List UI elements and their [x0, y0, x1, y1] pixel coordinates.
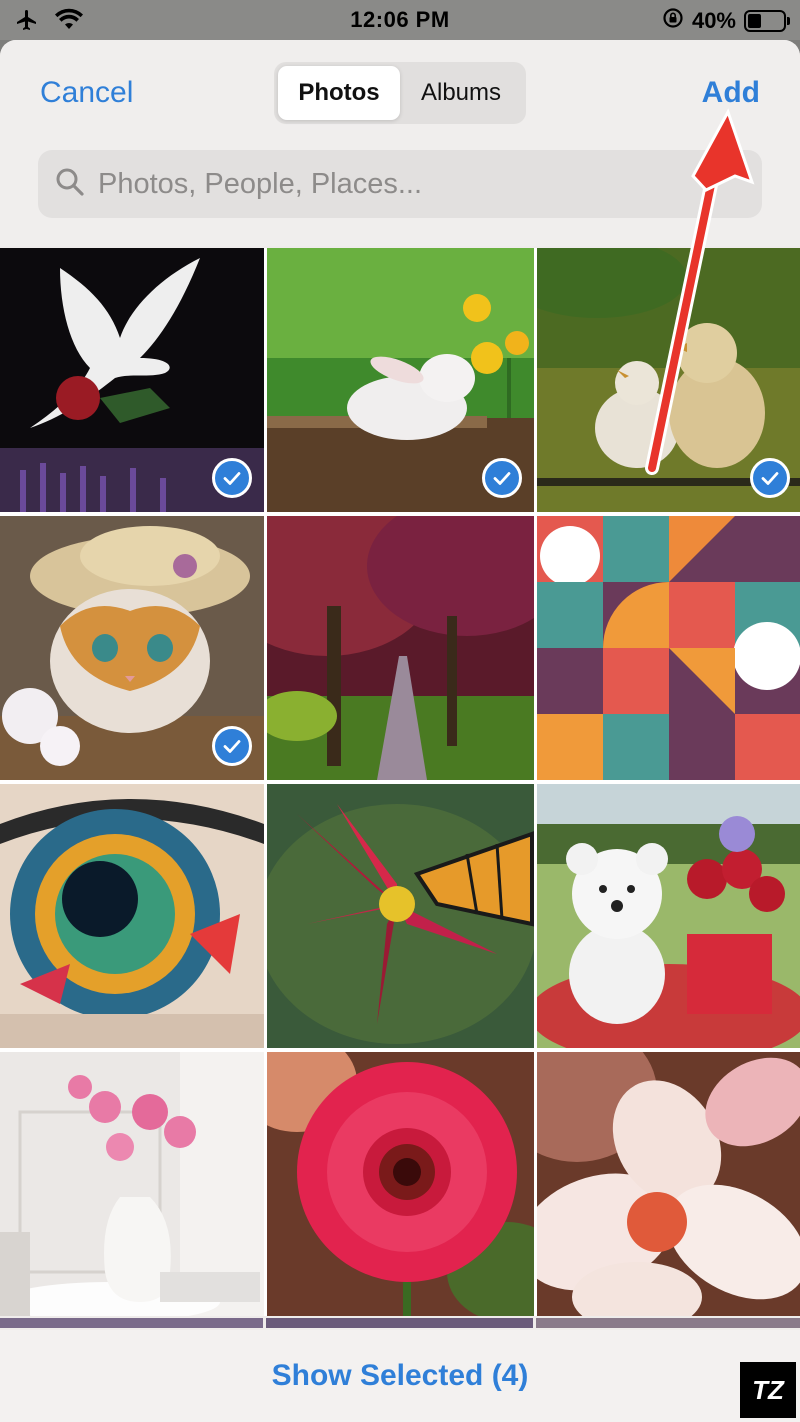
add-button[interactable]: Add [702, 76, 760, 110]
battery-percent: 40% [691, 8, 736, 33]
photo-tile[interactable] [537, 1052, 800, 1316]
photo-tile[interactable] [0, 1052, 264, 1316]
selected-checkmark-icon [212, 458, 252, 498]
partial-photo [0, 1318, 264, 1328]
search-icon [54, 166, 86, 203]
photo-tile[interactable] [537, 784, 800, 1048]
cancel-button[interactable]: Cancel [40, 76, 133, 110]
rotation-lock-icon [662, 7, 684, 35]
search-bar[interactable] [38, 150, 762, 218]
picker-header: Cancel Photos Albums Add [0, 40, 800, 246]
photo-picker-sheet: Cancel Photos Albums Add Photos, People,… [0, 40, 800, 1422]
photo-tile[interactable] [267, 1052, 534, 1316]
photo-tile[interactable] [0, 248, 264, 512]
photo-tile[interactable] [537, 516, 800, 780]
partial-photo [266, 1318, 533, 1328]
partial-photo-row [0, 1318, 800, 1328]
picker-footer: Show Selected (4) [0, 1330, 800, 1422]
photo-grid [0, 248, 800, 1316]
selected-checkmark-icon [482, 458, 522, 498]
painted-eye-photo [0, 784, 264, 1048]
search-input[interactable] [98, 167, 718, 201]
butterfly-flower-photo [267, 784, 534, 1048]
photo-tile[interactable] [0, 516, 264, 780]
gerbera-daisy-photo [267, 1052, 534, 1316]
status-right: 40% [662, 7, 790, 35]
teddy-bear-photo [537, 784, 800, 1048]
plumeria-photo [537, 1052, 800, 1316]
pink-flowers-vase-photo [0, 1052, 264, 1316]
battery-icon [744, 10, 790, 32]
photo-tile[interactable] [267, 248, 534, 512]
selected-checkmark-icon [212, 726, 252, 766]
photo-tile[interactable] [537, 248, 800, 512]
battery-fill [748, 14, 761, 28]
photo-tile[interactable] [267, 784, 534, 1048]
tab-photos[interactable]: Photos [278, 66, 400, 120]
partial-photo [535, 1318, 800, 1328]
show-selected-button[interactable]: Show Selected (4) [272, 1359, 529, 1393]
photos-albums-segmented-control: Photos Albums [274, 62, 526, 124]
selected-checkmark-icon [750, 458, 790, 498]
geometric-pattern-photo [537, 516, 800, 780]
watermark-logo: TZ [740, 1362, 796, 1418]
photo-tile[interactable] [267, 516, 534, 780]
tab-albums[interactable]: Albums [400, 66, 522, 120]
tree-path-photo [267, 516, 534, 780]
photo-tile[interactable] [0, 784, 264, 1048]
status-bar: 12:06 PM 40% [0, 0, 800, 40]
